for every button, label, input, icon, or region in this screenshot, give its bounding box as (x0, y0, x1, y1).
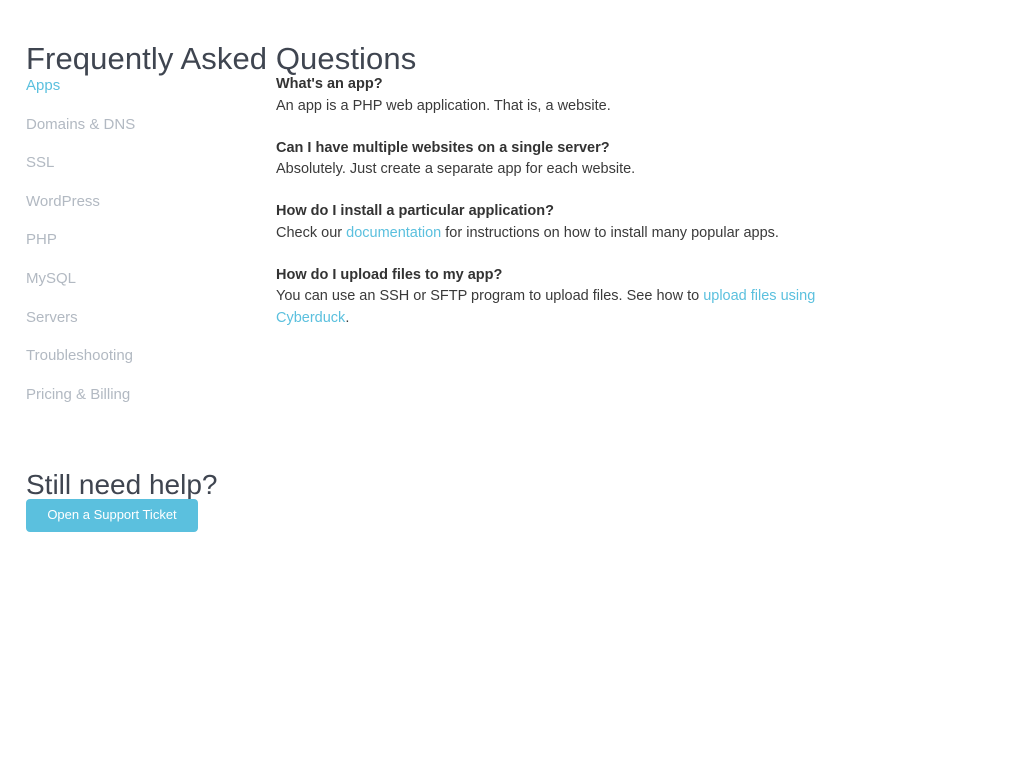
sidebar-item-php[interactable]: PHP (26, 230, 256, 250)
page-title: Frequently Asked Questions (26, 40, 417, 76)
faq-answer-text: . (345, 309, 350, 326)
faq-entry: Can I have multiple websites on a single… (276, 138, 836, 181)
faq-answer-text: Absolutely. Just create a separate app f… (276, 161, 636, 177)
still-need-help-title: Still need help? (26, 469, 218, 501)
faq-category-nav: Apps Domains & DNS SSL WordPress PHP MySQL Ser… (26, 76, 256, 423)
faq-question: What's an app? (276, 76, 383, 92)
open-support-ticket-button[interactable]: Open a Support Ticket (26, 499, 198, 532)
sidebar-item-domains-dns[interactable]: Domains & DNS (26, 115, 256, 135)
sidebar-item-servers[interactable]: Servers (26, 308, 256, 328)
faq-entry: How do I upload files to my app? You can … (276, 265, 836, 330)
faq-answer: You can use an SSH or SFTP program to up… (276, 286, 836, 329)
sidebar-item-pricing-billing[interactable]: Pricing & Billing (26, 385, 256, 405)
faq-list: What's an app? An app is a PHP web applic… (276, 74, 836, 329)
faq-question: Can I have multiple websites on a single… (276, 139, 610, 156)
faq-question: How do I install a particular applicatio… (276, 203, 554, 219)
sidebar-item-troubleshooting[interactable]: Troubleshooting (26, 346, 256, 366)
faq-entry: What's an app? An app is a PHP web applic… (276, 74, 836, 117)
faq-answer: An app is a PHP web application. That is… (276, 96, 836, 118)
faq-answer-link[interactable]: documentation (346, 225, 441, 241)
faq-entry: How do I install a particular applicatio… (276, 201, 836, 244)
faq-page: Frequently Asked Questions Apps Domains &… (0, 0, 1024, 768)
sidebar-item-mysql[interactable]: MySQL (26, 269, 256, 289)
sidebar-item-apps[interactable]: Apps (26, 76, 256, 96)
faq-answer-text: for instructions on how to install many … (441, 224, 779, 241)
faq-answer: Absolutely. Just create a separate app f… (276, 159, 836, 181)
faq-answer: Check our documentation for instructions… (276, 223, 836, 245)
faq-answer-text: An app is a PHP web application. That is… (276, 97, 611, 114)
faq-answer-text: You can use an SSH or SFTP program to up… (276, 288, 704, 304)
sidebar-item-ssl[interactable]: SSL (26, 153, 256, 173)
sidebar-item-wordpress[interactable]: WordPress (26, 192, 256, 212)
faq-answer-text: Check our (276, 224, 347, 241)
faq-question: How do I upload files to my app? (276, 266, 503, 283)
